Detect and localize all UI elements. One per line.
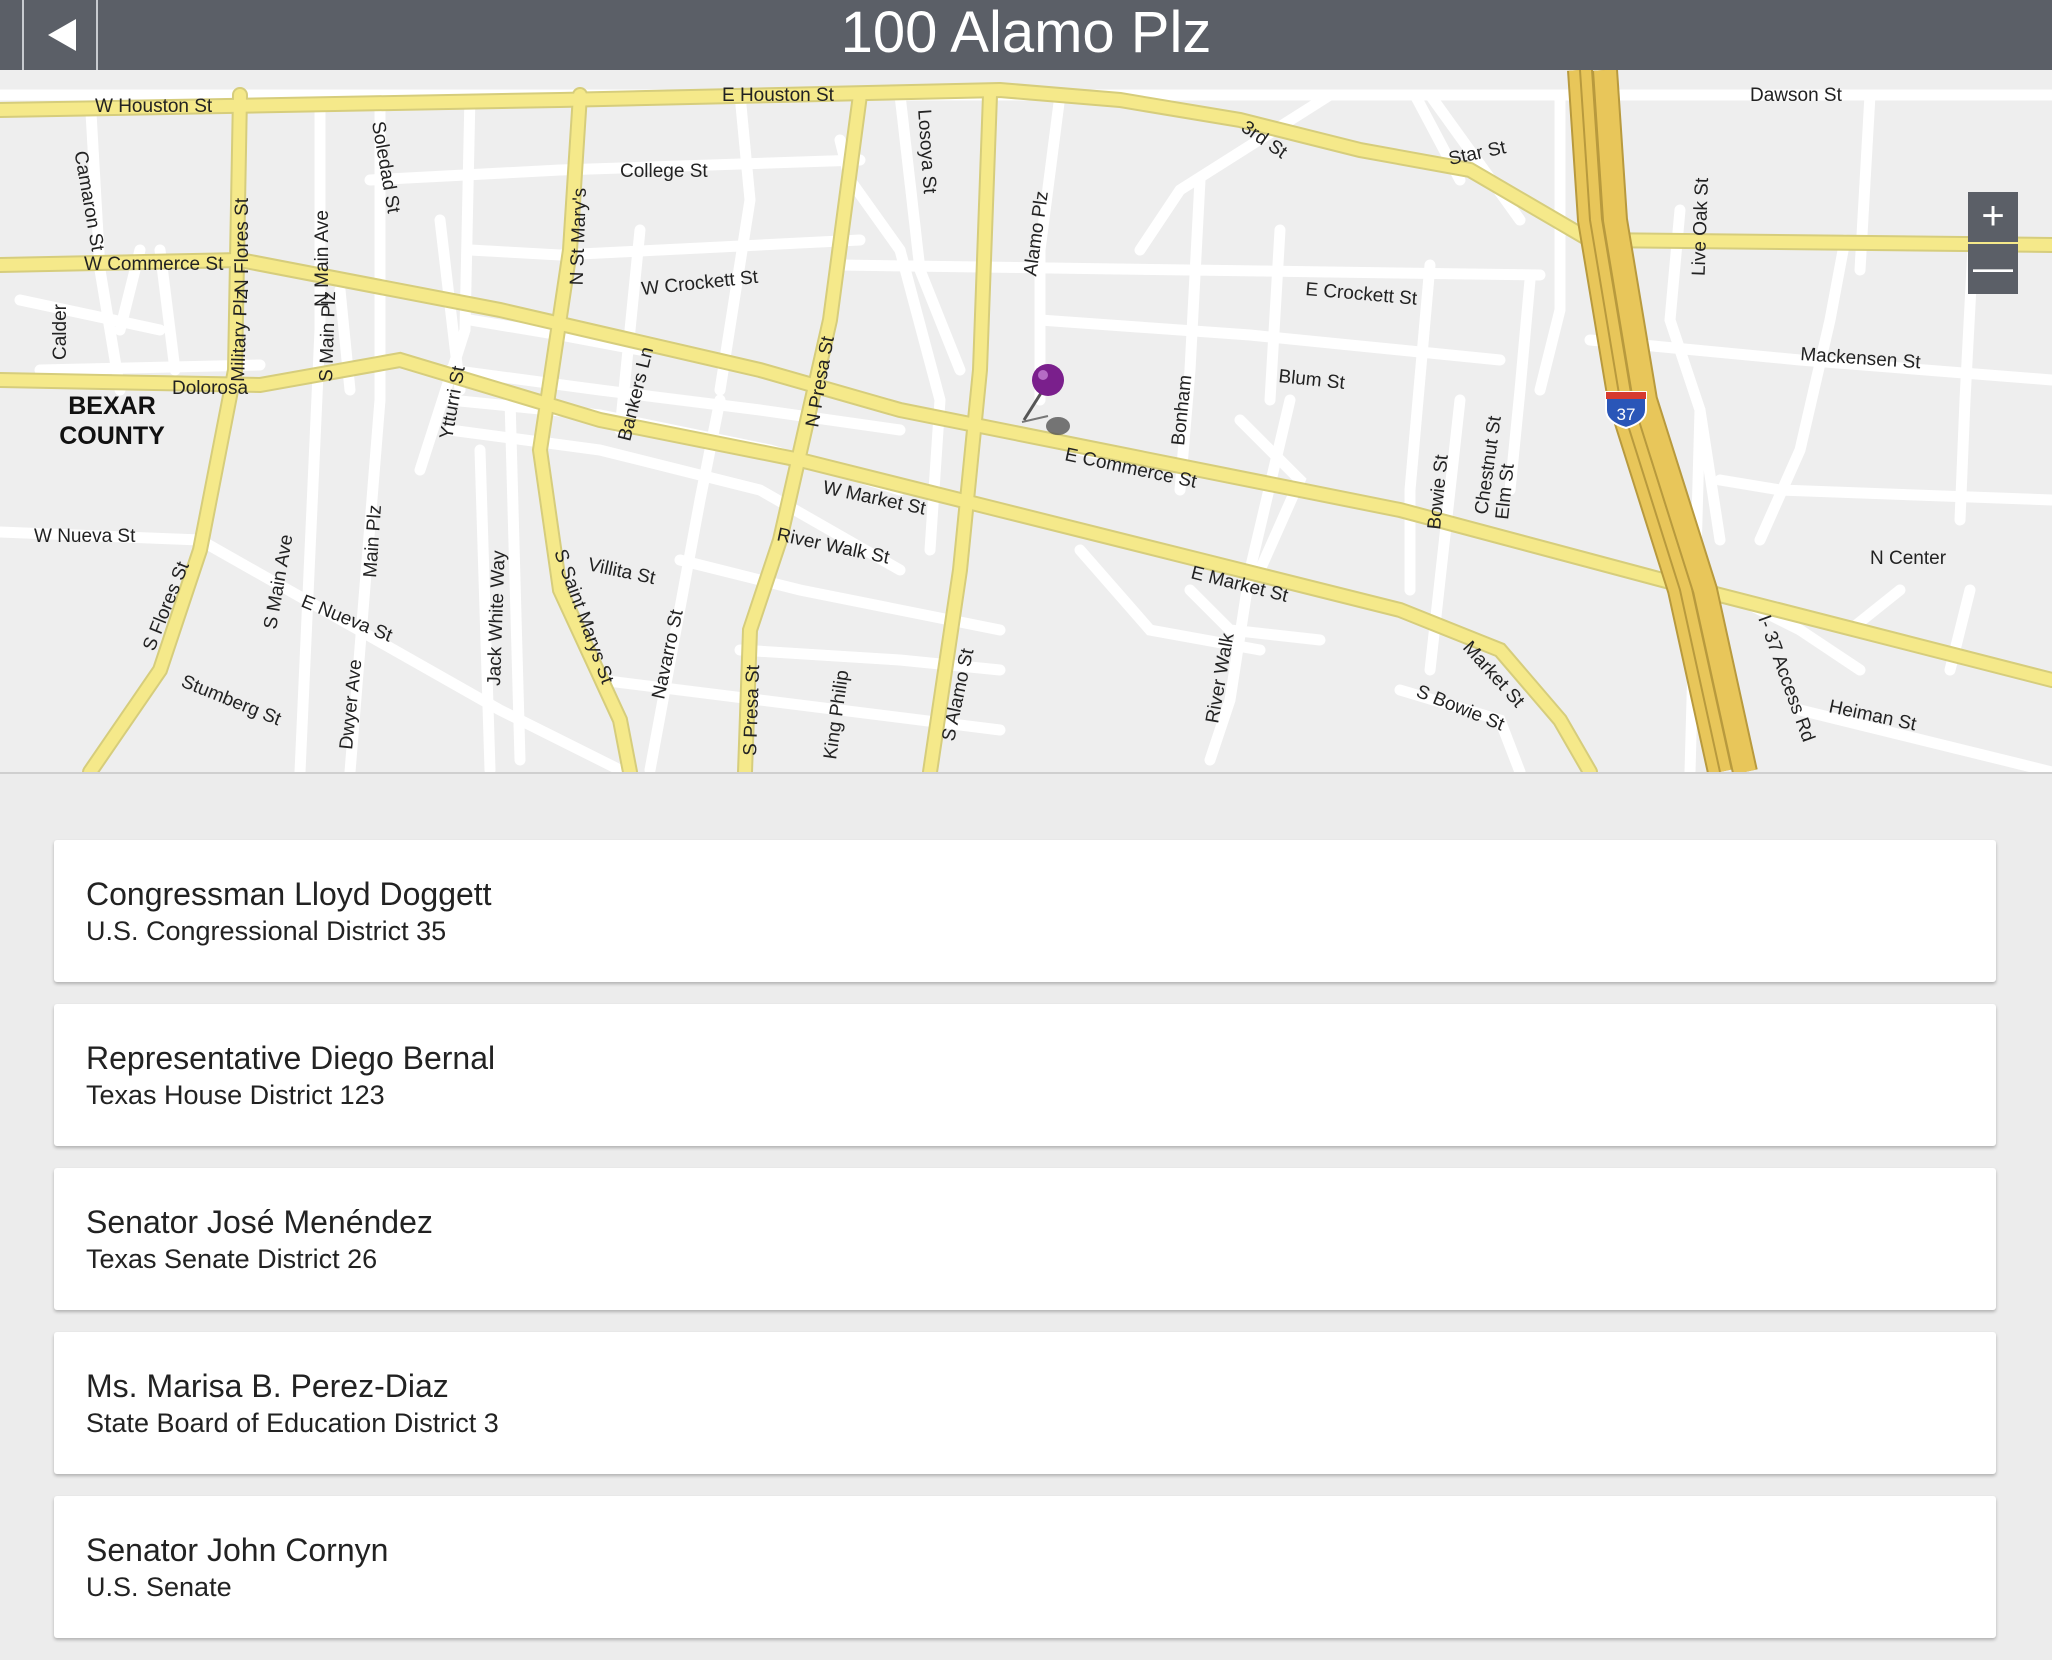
street-label: Blum St — [1277, 366, 1346, 394]
official-name: Senator John Cornyn — [86, 1532, 389, 1568]
official-card[interactable]: Senator José Menéndez Texas Senate Distr… — [54, 1168, 1996, 1310]
official-name: Congressman Lloyd Doggett — [86, 876, 492, 912]
officials-list: Congressman Lloyd Doggett U.S. Congressi… — [54, 840, 1996, 1660]
page-title: 100 Alamo Plz — [840, 0, 1212, 65]
street-label: Camaron St — [69, 149, 107, 253]
zoom-in-button[interactable]: + — [1968, 192, 2018, 242]
official-card[interactable]: Senator John Cornyn U.S. Senate — [54, 1496, 1996, 1638]
app-header: 100 Alamo Plz — [0, 0, 2052, 70]
highway-shield-icon: 37 — [1605, 391, 1647, 430]
street-label: Live Oak St — [1689, 177, 1713, 277]
street-label: Main Plz — [360, 504, 386, 578]
street-label: E Houston St — [722, 85, 835, 106]
street-label: N Center — [1870, 548, 1947, 569]
street-label: Stumberg St — [178, 671, 284, 730]
street-map: 37 BEXAR COUNTY W Houston St E Houston S… — [0, 70, 2052, 772]
street-label: E Crockett St — [1305, 279, 1419, 310]
street-label: E Nueva St — [298, 591, 396, 647]
street-label: Dawson St — [1750, 85, 1843, 106]
street-label: College St — [620, 161, 708, 182]
official-name: Ms. Marisa B. Perez-Diaz — [86, 1368, 449, 1404]
official-card[interactable]: Representative Diego Bernal Texas House … — [54, 1004, 1996, 1146]
official-office: State Board of Education District 3 — [86, 1408, 499, 1438]
county-label-line1: BEXAR — [68, 392, 156, 420]
map-view[interactable]: 37 BEXAR COUNTY W Houston St E Houston S… — [0, 70, 2052, 774]
street-label: Soledad St — [367, 120, 404, 216]
highway-shield-label: 37 — [1617, 405, 1636, 424]
official-name: Senator José Menéndez — [86, 1204, 433, 1240]
street-label: Losoya St — [913, 109, 940, 195]
street-label: W Crockett St — [640, 267, 759, 300]
street-label: S Presa St — [740, 664, 764, 756]
official-office: U.S. Senate — [86, 1572, 232, 1602]
official-office: Texas House District 123 — [86, 1080, 385, 1110]
official-card[interactable]: Ms. Marisa B. Perez-Diaz State Board of … — [54, 1332, 1996, 1474]
street-label: W Houston St — [95, 96, 213, 117]
street-label: Calder — [50, 303, 71, 360]
street-label: S Main Plz — [316, 291, 340, 382]
street-label: N St Mary's — [567, 187, 591, 285]
official-office: Texas Senate District 26 — [86, 1244, 378, 1274]
street-label: Dwyer Ave — [336, 658, 366, 750]
street-label: Elm St — [1492, 462, 1519, 521]
location-pin-icon — [1021, 364, 1070, 435]
county-label-line2: COUNTY — [59, 422, 165, 450]
official-card[interactable]: Congressman Lloyd Doggett U.S. Congressi… — [54, 840, 1996, 982]
interstate-i37 — [1567, 70, 1758, 772]
official-name: Representative Diego Bernal — [86, 1040, 496, 1076]
street-label: Jack White Way — [484, 550, 510, 687]
street-label: W Nueva St — [34, 526, 136, 547]
street-label: Military Plz — [228, 290, 252, 383]
street-label: W Commerce St — [84, 254, 224, 275]
zoom-out-button[interactable]: — — [1968, 244, 2018, 294]
street-label: N Flores St — [232, 197, 253, 293]
street-label: Villita St — [586, 554, 658, 589]
official-office: U.S. Congressional District 35 — [86, 916, 447, 946]
street-label: Bonham — [1168, 374, 1196, 447]
